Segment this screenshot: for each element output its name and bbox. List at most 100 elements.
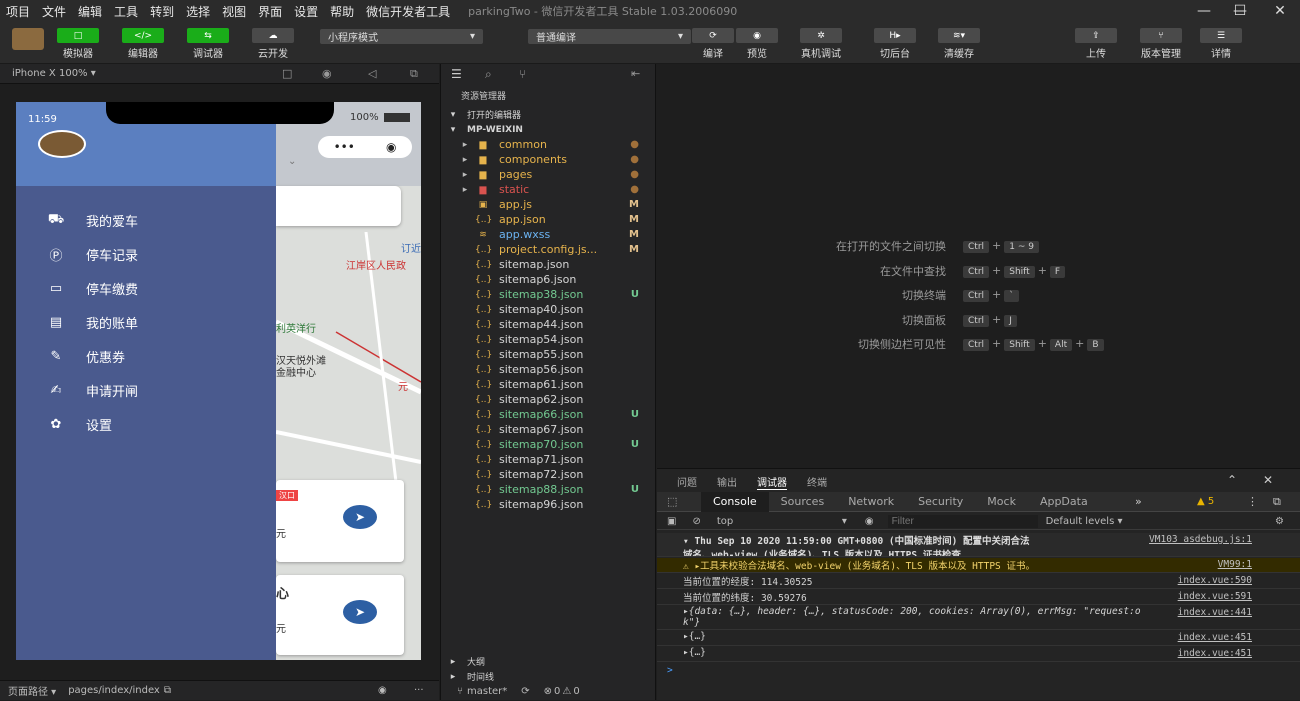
file-item[interactable]: {..} sitemap55.json	[441, 347, 657, 362]
drawer-item[interactable]: Ⓟ 停车记录	[46, 244, 138, 264]
search-icon[interactable]: ⌕	[485, 67, 492, 82]
file-item[interactable]: {..} sitemap70.json U	[441, 437, 657, 452]
simulator-button[interactable]: □ 模拟器	[57, 28, 99, 60]
file-item[interactable]: {..} sitemap88.json U	[441, 482, 657, 497]
project-root[interactable]: ▾ MP-WEIXIN	[441, 122, 657, 137]
devtools-tab[interactable]: Security	[906, 492, 975, 512]
menu-item[interactable]: 界面	[252, 3, 288, 20]
mode-select[interactable]: 小程序模式 ▾	[320, 29, 483, 44]
folder-item[interactable]: ▸ ▆ pages ●	[441, 167, 657, 182]
minimize-button[interactable]: —	[1186, 0, 1222, 22]
close-button[interactable]: ✕	[1262, 0, 1298, 22]
file-item[interactable]: ≋ app.wxss M	[441, 227, 657, 242]
file-item[interactable]: {..} sitemap56.json	[441, 362, 657, 377]
upload-button[interactable]: ⇪ 上传	[1075, 28, 1117, 60]
menu-item[interactable]: 项目	[0, 3, 36, 20]
sidebar-toggle-icon[interactable]: ▣	[667, 516, 676, 527]
branch-status[interactable]: ⑂ master* ⟳ ⊗ 0 ⚠ 0	[441, 684, 657, 699]
panel-tab[interactable]: 调试器	[757, 474, 787, 490]
file-item[interactable]: ▣ app.js M	[441, 197, 657, 212]
file-item[interactable]: {..} sitemap44.json	[441, 317, 657, 332]
file-item[interactable]: {..} sitemap.json	[441, 257, 657, 272]
parking-card[interactable]: 汉口 元 ➤	[276, 480, 404, 562]
timeline-section[interactable]: ▸ 时间线	[441, 669, 657, 684]
menu-item[interactable]: 选择	[180, 3, 216, 20]
folder-item[interactable]: ▸ ▆ components ●	[441, 152, 657, 167]
inspect-icon[interactable]: ⬚	[667, 495, 677, 508]
capsule-menu[interactable]: ••• ◉	[318, 136, 412, 158]
more-tabs[interactable]: »	[1135, 495, 1142, 508]
preview-button[interactable]: ◉ 预览	[736, 28, 778, 60]
log-entry[interactable]: ⚠ ▸工具未校验合法域名、web-view (业务域名)、TLS 版本以及 HT…	[657, 558, 1300, 573]
navigate-icon[interactable]: ➤	[343, 600, 377, 624]
file-item[interactable]: {..} sitemap72.json	[441, 467, 657, 482]
file-item[interactable]: {..} sitemap40.json	[441, 302, 657, 317]
cloud-button[interactable]: ☁ 云开发	[252, 28, 294, 60]
source-link[interactable]: index.vue:441	[1178, 607, 1252, 618]
file-item[interactable]: {..} app.json M	[441, 212, 657, 227]
file-item[interactable]: {..} sitemap54.json	[441, 332, 657, 347]
menu-item[interactable]: 文件	[36, 3, 72, 20]
git-icon[interactable]: ⑂	[519, 67, 526, 81]
source-link[interactable]: index.vue:451	[1178, 648, 1252, 659]
source-link[interactable]: VM99:1	[1218, 559, 1252, 570]
menu-item[interactable]: 帮助	[324, 3, 360, 20]
source-link[interactable]: index.vue:451	[1178, 632, 1252, 643]
devtools-tab[interactable]: Mock	[975, 492, 1028, 512]
devtools-tab[interactable]: Console	[701, 492, 769, 512]
parking-card[interactable]: 心 元 ➤	[276, 575, 404, 655]
square-icon[interactable]: □	[282, 67, 292, 80]
panel-tab[interactable]: 输出	[717, 474, 737, 490]
file-item[interactable]: {..} sitemap67.json	[441, 422, 657, 437]
map[interactable]: ⌄ 订近 江岸区人民政 利英洋行 汉天悦外滩 金融中心 元 汉口 元 ➤ 心 元…	[276, 102, 421, 660]
drawer-item[interactable]: ✎ 优惠券	[46, 346, 125, 366]
record-icon[interactable]: ◉	[322, 67, 332, 80]
compile-mode-select[interactable]: 普通编译 ▾	[528, 29, 691, 44]
copy-icon[interactable]: ⧉	[164, 685, 171, 696]
devtools-tab[interactable]: AppData	[1028, 492, 1100, 512]
outline-section[interactable]: ▸ 大纲	[441, 654, 657, 669]
eye-icon[interactable]: ◉	[378, 685, 387, 696]
menu-item[interactable]: 编辑	[72, 3, 108, 20]
menu-item[interactable]: 转到	[144, 3, 180, 20]
file-item[interactable]: {..} sitemap38.json U	[441, 287, 657, 302]
menu-item[interactable]: 视图	[216, 3, 252, 20]
dock-icon[interactable]: ⧉	[1273, 495, 1281, 509]
avatar[interactable]	[38, 130, 86, 158]
more-icon[interactable]: ···	[414, 685, 424, 696]
clear-console-icon[interactable]: ⊘	[692, 516, 700, 527]
menu-item[interactable]: 工具	[108, 3, 144, 20]
panel-tab[interactable]: 终端	[807, 474, 827, 490]
gear-icon[interactable]: ⚙	[1275, 516, 1284, 527]
source-link[interactable]: VM103 asdebug.js:1	[1149, 534, 1252, 545]
devtools-tab[interactable]: Network	[836, 492, 906, 512]
file-item[interactable]: {..} sitemap6.json	[441, 272, 657, 287]
source-link[interactable]: index.vue:590	[1178, 575, 1252, 586]
warning-badge[interactable]: ▲ 5	[1197, 496, 1214, 507]
menu-item[interactable]: 设置	[288, 3, 324, 20]
drawer-item[interactable]: ⛟ 我的爱车	[46, 210, 138, 230]
compile-button[interactable]: ⟳ 编译	[692, 28, 734, 60]
drawer-item[interactable]: ✿ 设置	[46, 414, 112, 434]
back-icon[interactable]: ◁	[368, 67, 376, 80]
file-item[interactable]: {..} sitemap66.json U	[441, 407, 657, 422]
console-prompt[interactable]: >	[657, 665, 1300, 676]
sync-icon[interactable]: ⟳	[521, 686, 529, 697]
drawer-item[interactable]: ✍ 申请开闸	[46, 380, 138, 400]
drawer-item[interactable]: ▭ 停车缴费	[46, 278, 138, 298]
version-button[interactable]: ⑂ 版本管理	[1140, 28, 1182, 60]
window-icon[interactable]: ⧉	[410, 67, 418, 81]
file-item[interactable]: {..} project.config.js... M	[441, 242, 657, 257]
file-item[interactable]: {..} sitemap71.json	[441, 452, 657, 467]
filter-input[interactable]	[887, 514, 1038, 528]
file-item[interactable]: {..} sitemap61.json	[441, 377, 657, 392]
levels-select[interactable]: Default levels ▾	[1046, 516, 1123, 527]
debugger-button[interactable]: ⇆ 调试器	[187, 28, 229, 60]
menu-item[interactable]: 微信开发者工具	[360, 3, 456, 20]
path-label[interactable]: 页面路径 ▾	[8, 683, 56, 698]
context-select[interactable]: top ▾	[717, 516, 847, 527]
background-button[interactable]: H▸ 切后台	[874, 28, 916, 60]
more-icon[interactable]: •••	[334, 140, 355, 154]
close-circle-icon[interactable]: ◉	[386, 140, 396, 154]
navigate-icon[interactable]: ➤	[343, 505, 377, 529]
